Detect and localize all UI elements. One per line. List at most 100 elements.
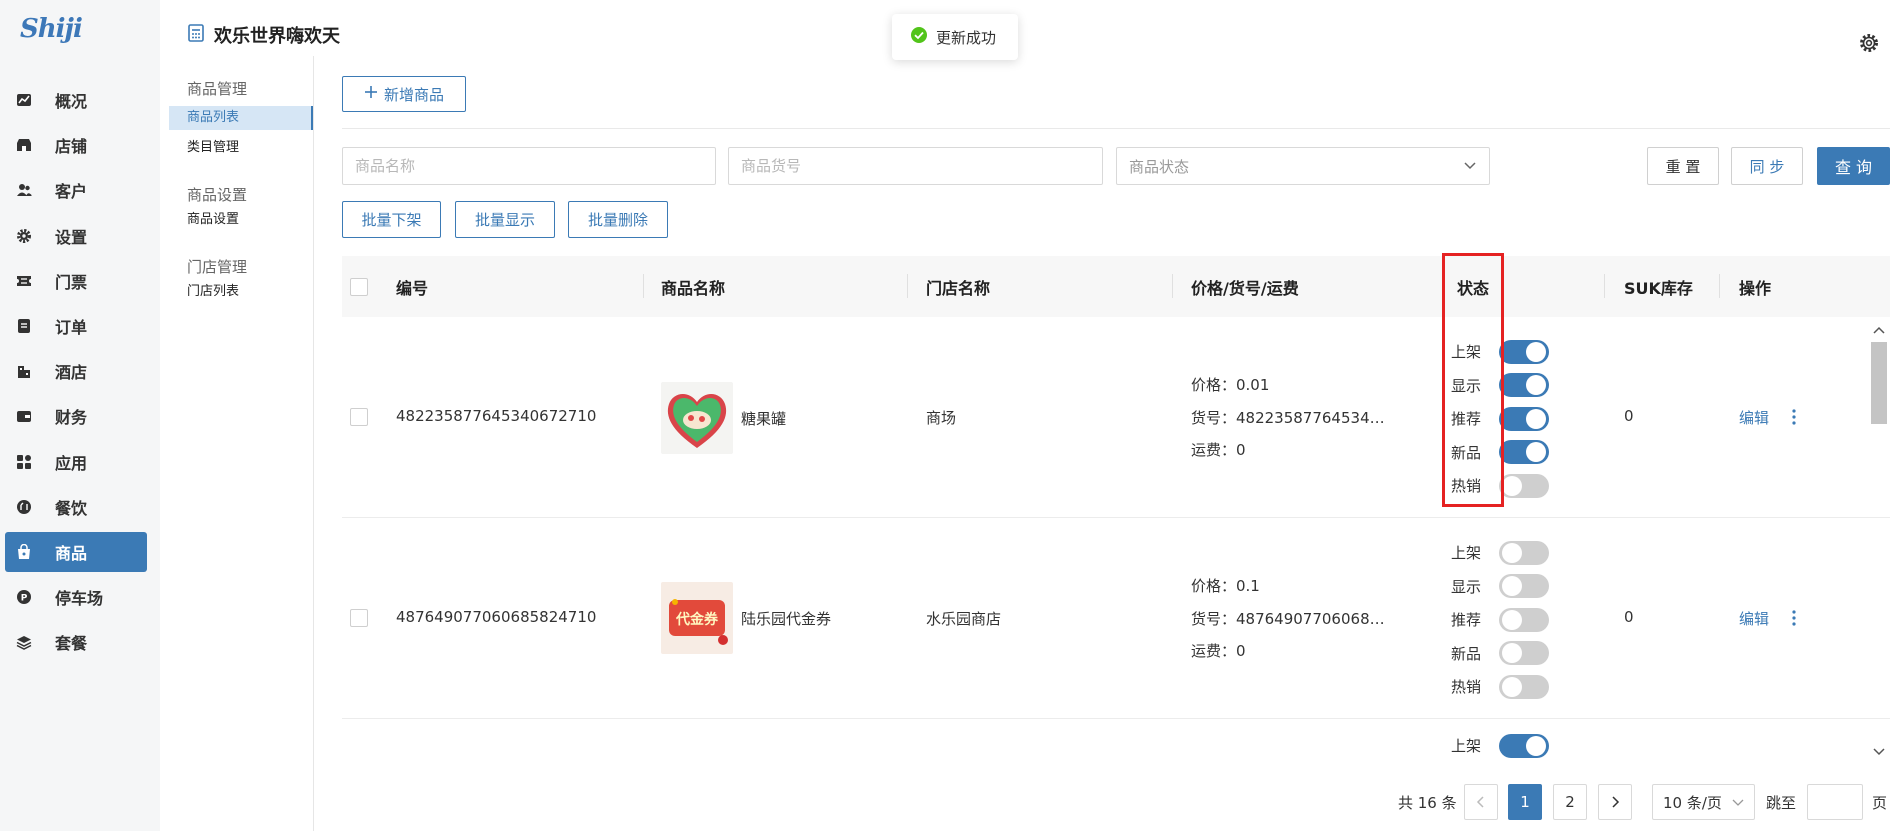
page-size-select[interactable]: 10 条/页 [1652, 784, 1755, 820]
subnav-item-store-list[interactable]: 门店列表 [160, 280, 313, 304]
sidebar-item-label: 店铺 [55, 137, 88, 157]
add-product-label: 新增商品 [383, 85, 444, 104]
new-toggle[interactable] [1499, 641, 1549, 666]
status-new-row: 新品 [1451, 637, 1549, 671]
users-icon [15, 181, 33, 199]
subnav-item-product-settings[interactable]: 商品设置 [160, 208, 313, 232]
page-1-button[interactable]: 1 [1508, 784, 1542, 820]
jump-page-input[interactable] [1807, 784, 1863, 820]
sidebar-item-label: 设置 [55, 227, 88, 247]
next-page-button[interactable] [1598, 784, 1632, 820]
recommend-toggle[interactable] [1499, 607, 1549, 632]
product-price: 价格：0.1 [1191, 577, 1260, 595]
select-all-checkbox[interactable] [350, 277, 368, 296]
new-toggle[interactable] [1499, 440, 1549, 465]
shiji-logo[interactable]: Shiji [20, 14, 83, 44]
row-checkbox[interactable] [350, 609, 368, 627]
product-sku-input[interactable] [741, 157, 1102, 175]
hot-toggle[interactable] [1499, 674, 1549, 699]
status-label: 显示 [1451, 376, 1482, 395]
batch-offline-button[interactable]: 批量下架 [342, 201, 441, 238]
status-recommend-row: 推荐 [1451, 402, 1549, 436]
settings-gear-icon[interactable] [1858, 32, 1880, 58]
chevron-down-icon [1732, 793, 1744, 811]
prev-page-button[interactable] [1464, 784, 1498, 820]
visible-toggle[interactable] [1499, 373, 1549, 398]
more-icon[interactable] [1791, 609, 1797, 627]
status-toggles: 上架 [1451, 729, 1549, 759]
product-sku: 货号：48223587764534… [1191, 409, 1385, 427]
query-button[interactable]: 查 询 [1817, 147, 1890, 185]
scroll-up-icon[interactable] [1873, 320, 1885, 339]
plus-icon [364, 85, 378, 103]
product-name-input[interactable] [355, 157, 715, 175]
scroll-thumb[interactable] [1871, 342, 1887, 424]
sidebar-item-customer[interactable]: 客户 [5, 170, 147, 210]
recommend-toggle[interactable] [1499, 406, 1549, 431]
add-product-button[interactable]: 新增商品 [342, 76, 466, 112]
sidebar-item-hotel[interactable]: 酒店 [5, 351, 147, 391]
column-divider [1719, 274, 1720, 298]
pagination-total: 共 16 条 [1398, 793, 1457, 812]
sidebar-item-label: 商品 [55, 543, 88, 563]
sidebar-item-label: 套餐 [55, 634, 88, 654]
table-row: 上架 [342, 719, 1890, 759]
edit-link[interactable]: 编辑 [1739, 407, 1769, 428]
chart-icon [15, 91, 33, 109]
subnav-group-store-management: 门店管理 [187, 258, 248, 276]
edit-link[interactable]: 编辑 [1739, 608, 1769, 629]
product-name: 陆乐园代金券 [741, 609, 832, 628]
status-recommend-row: 推荐 [1451, 603, 1549, 637]
sidebar-item-dining[interactable]: 餐饮 [5, 487, 147, 527]
product-thumbnail [661, 382, 733, 454]
status-new-row: 新品 [1451, 436, 1549, 470]
sidebar-item-apps[interactable]: 应用 [5, 442, 147, 482]
sidebar-item-orders[interactable]: 订单 [5, 306, 147, 346]
page-2-button[interactable]: 2 [1553, 784, 1587, 820]
listed-toggle[interactable] [1499, 733, 1549, 758]
sub-nav: 商品管理 商品列表 类目管理 商品设置 商品设置 门店管理 门店列表 [160, 56, 314, 831]
product-status-placeholder: 商品状态 [1129, 157, 1190, 176]
status-visible-row: 显示 [1451, 570, 1549, 604]
row-checkbox[interactable] [350, 408, 368, 426]
sidebar-item-parking[interactable]: P 停车场 [5, 577, 147, 617]
page-size-value: 10 条/页 [1663, 793, 1722, 812]
batch-show-button[interactable]: 批量显示 [455, 201, 555, 238]
sidebar-item-finance[interactable]: 财务 [5, 396, 147, 436]
sidebar-item-settings[interactable]: 设置 [5, 216, 147, 256]
header-name: 商品名称 [661, 278, 726, 298]
subnav-item-category[interactable]: 类目管理 [160, 136, 313, 160]
sync-button[interactable]: 同 步 [1731, 147, 1803, 185]
more-icon[interactable] [1791, 408, 1797, 426]
sidebar: Shiji 概况 店铺 客户 设置 门票 订单 酒店 财务 应用 餐饮 商品 P… [0, 0, 160, 831]
bag-icon [15, 543, 33, 561]
status-label: 新品 [1451, 644, 1482, 663]
table-scrollbar[interactable] [1868, 320, 1890, 760]
dining-icon [15, 498, 33, 516]
hotel-icon [15, 362, 33, 380]
column-divider [1172, 274, 1173, 298]
product-table: 编号 商品名称 门店名称 价格/货号/运费 状态 SUK库存 操作 482235… [342, 256, 1890, 759]
subnav-item-product-list[interactable]: 商品列表 [169, 106, 313, 130]
sidebar-item-tickets[interactable]: 门票 [5, 261, 147, 301]
listed-toggle[interactable] [1499, 540, 1549, 565]
status-label: 热销 [1451, 477, 1482, 496]
batch-delete-button[interactable]: 批量删除 [568, 201, 668, 238]
sidebar-item-store[interactable]: 店铺 [5, 125, 147, 165]
sidebar-item-packages[interactable]: 套餐 [5, 622, 147, 662]
status-label: 推荐 [1451, 410, 1482, 429]
listed-toggle[interactable] [1499, 339, 1549, 364]
product-status-select[interactable]: 商品状态 [1116, 147, 1490, 185]
product-price: 价格：0.01 [1191, 376, 1270, 394]
hot-toggle[interactable] [1499, 473, 1549, 498]
status-label: 上架 [1451, 343, 1482, 362]
table-row: 487649077060685824710 代金券 陆乐园代金券 水乐园商店 价… [342, 518, 1890, 719]
sidebar-item-products[interactable]: 商品 [5, 531, 147, 572]
visible-toggle[interactable] [1499, 574, 1549, 599]
sidebar-item-overview[interactable]: 概况 [5, 80, 147, 120]
status-label: 上架 [1451, 544, 1482, 563]
scroll-down-icon[interactable] [1873, 742, 1885, 761]
status-hot-row: 热销 [1451, 469, 1549, 503]
reset-button[interactable]: 重 置 [1647, 147, 1719, 185]
header-stock: SUK库存 [1624, 278, 1693, 298]
